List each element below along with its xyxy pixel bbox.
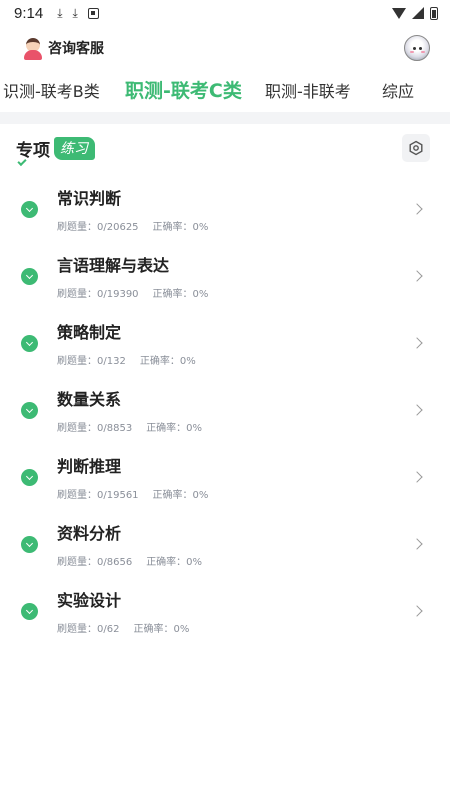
tab-fei-liankao[interactable]: 职测-非联考: [265, 78, 351, 102]
category-tabs: 识测-联考B类 职测-联考C类 职测-非联考 综应: [0, 70, 450, 110]
practice-list: 常识判断 刷题量：0/20625 正确率：0% 言语理解与表达 刷题量：0/193…: [0, 176, 450, 645]
list-item[interactable]: 常识判断 刷题量：0/20625 正确率：0%: [0, 176, 450, 243]
chevron-right-icon[interactable]: [411, 337, 423, 349]
list-item[interactable]: 策略制定 刷题量：0/132 正确率：0%: [0, 310, 450, 377]
avatar[interactable]: [404, 35, 430, 61]
item-accuracy: 正确率：0%: [139, 356, 196, 367]
item-accuracy: 正确率：0%: [146, 557, 203, 568]
chevron-right-icon[interactable]: [411, 404, 423, 416]
section-tag: 练习: [54, 137, 95, 160]
section-divider: [0, 112, 450, 124]
item-stats: 刷题量：0/132 正确率：0%: [57, 352, 196, 367]
expand-icon[interactable]: [21, 201, 38, 218]
chevron-right-icon[interactable]: [411, 538, 423, 550]
item-count: 刷题量：0/8853: [57, 423, 133, 434]
list-item[interactable]: 判断推理 刷题量：0/19561 正确率：0%: [0, 444, 450, 511]
download-icon: ⤓: [57, 5, 63, 20]
item-accuracy: 正确率：0%: [152, 289, 209, 300]
customer-service-link[interactable]: 咨询客服: [48, 38, 104, 58]
item-stats: 刷题量：0/8853 正确率：0%: [57, 419, 202, 434]
download-icon: ⤓: [72, 5, 78, 20]
customer-service-icon[interactable]: [22, 36, 44, 60]
item-count: 刷题量：0/19390: [57, 289, 139, 300]
status-time: 9:14: [14, 4, 44, 22]
item-stats: 刷题量：0/62 正确率：0%: [57, 620, 189, 635]
chevron-right-icon[interactable]: [411, 270, 423, 282]
tab-liankao-b[interactable]: 识测-联考B类: [3, 78, 100, 102]
expand-icon[interactable]: [21, 268, 38, 285]
item-name: 言语理解与表达: [57, 256, 170, 275]
item-count: 刷题量：0/19561: [57, 490, 139, 501]
item-name: 常识判断: [57, 189, 122, 208]
list-item[interactable]: 言语理解与表达 刷题量：0/19390 正确率：0%: [0, 243, 450, 310]
item-name: 资料分析: [57, 524, 122, 543]
item-stats: 刷题量：0/19390 正确率：0%: [57, 285, 208, 300]
expand-icon[interactable]: [21, 536, 38, 553]
item-accuracy: 正确率：0%: [152, 490, 209, 501]
app-header: 咨询客服: [0, 28, 450, 68]
item-stats: 刷题量：0/19561 正确率：0%: [57, 486, 208, 501]
signal-icon: [412, 7, 424, 19]
chevron-right-icon[interactable]: [411, 605, 423, 617]
section-header: 专项 练习: [16, 136, 95, 167]
item-name: 数量关系: [57, 390, 122, 409]
item-name: 判断推理: [57, 457, 122, 476]
wifi-icon: [392, 7, 406, 19]
system-app-icon: [87, 7, 99, 19]
item-accuracy: 正确率：0%: [133, 624, 190, 635]
item-accuracy: 正确率：0%: [146, 423, 203, 434]
hexagon-settings-icon: [409, 140, 423, 156]
expand-icon[interactable]: [21, 603, 38, 620]
list-item[interactable]: 实验设计 刷题量：0/62 正确率：0%: [0, 578, 450, 645]
status-bar: 9:14 ⤓ ⤓: [0, 0, 450, 26]
expand-icon[interactable]: [21, 402, 38, 419]
item-count: 刷题量：0/20625: [57, 222, 139, 233]
item-stats: 刷题量：0/20625 正确率：0%: [57, 218, 208, 233]
expand-icon[interactable]: [21, 469, 38, 486]
chevron-right-icon[interactable]: [411, 471, 423, 483]
item-stats: 刷题量：0/8656 正确率：0%: [57, 553, 202, 568]
item-count: 刷题量：0/132: [57, 356, 126, 367]
item-count: 刷题量：0/8656: [57, 557, 133, 568]
section-title: 专项: [16, 136, 50, 167]
battery-icon: [430, 6, 438, 20]
tab-liankao-c[interactable]: 职测-联考C类: [125, 76, 242, 103]
tab-zongying[interactable]: 综应: [382, 78, 414, 102]
expand-icon[interactable]: [21, 335, 38, 352]
item-name: 实验设计: [57, 591, 122, 610]
item-accuracy: 正确率：0%: [152, 222, 209, 233]
settings-button[interactable]: [402, 134, 430, 162]
item-name: 策略制定: [57, 323, 122, 342]
item-count: 刷题量：0/62: [57, 624, 120, 635]
chevron-right-icon[interactable]: [411, 203, 423, 215]
list-item[interactable]: 资料分析 刷题量：0/8656 正确率：0%: [0, 511, 450, 578]
list-item[interactable]: 数量关系 刷题量：0/8853 正确率：0%: [0, 377, 450, 444]
